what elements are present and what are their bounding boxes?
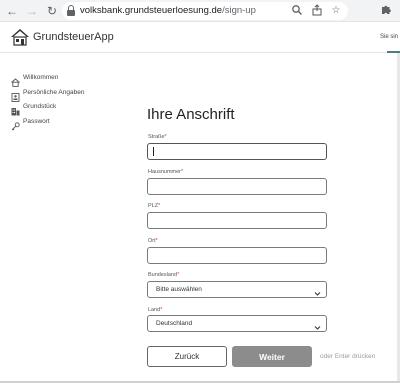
app-header: GrundsteuerApp Sie sin xyxy=(0,22,400,52)
arrow-right-icon[interactable]: → xyxy=(24,3,40,19)
url-text[interactable]: volksbank.grundsteuerloesung.de/sign-up xyxy=(80,5,256,17)
house-logo-icon[interactable] xyxy=(10,27,30,47)
sidebar-item-passwort[interactable]: Passwort xyxy=(10,116,120,131)
required-marker: * xyxy=(177,272,180,278)
state-label: Bundesland* xyxy=(148,272,179,278)
required-marker: * xyxy=(158,203,161,209)
chevron-down-icon xyxy=(313,319,322,330)
address-bar[interactable]: volksbank.grundsteuerloesung.de/sign-up … xyxy=(62,2,348,20)
required-marker: * xyxy=(181,169,184,175)
required-marker: * xyxy=(164,134,167,140)
state-select-value: Bitte auswählen xyxy=(156,286,202,293)
country-label: Land* xyxy=(148,307,162,313)
zoom-icon[interactable] xyxy=(290,4,304,18)
required-marker: * xyxy=(155,238,158,244)
state-label-text: Bundesland xyxy=(148,272,178,278)
puzzle-icon[interactable] xyxy=(380,3,392,19)
country-select[interactable]: Deutschland xyxy=(147,315,327,332)
street-input[interactable] xyxy=(147,143,327,160)
home-icon xyxy=(11,74,20,87)
key-icon xyxy=(11,118,20,130)
text-caret xyxy=(153,147,154,156)
country-select-value: Deutschland xyxy=(156,320,193,327)
sidebar-item-label: Grundstück xyxy=(23,103,57,110)
zip-input[interactable] xyxy=(147,212,327,229)
building-icon xyxy=(11,103,20,116)
share-icon[interactable] xyxy=(310,4,324,18)
url-path: /sign-up xyxy=(222,5,256,16)
zip-label: PLZ* xyxy=(148,203,160,209)
chevron-down-icon xyxy=(313,285,322,296)
sidebar-nav: Willkommen Persönliche Angaben Grundstüc… xyxy=(10,72,120,130)
reload-icon[interactable]: ↻ xyxy=(44,3,60,19)
arrow-left-icon[interactable]: ← xyxy=(4,3,20,19)
header-user-text: Sie sin xyxy=(380,34,399,40)
sidebar-item-grundstueck[interactable]: Grundstück xyxy=(10,101,120,116)
country-label-text: Land xyxy=(148,307,161,313)
sidebar-item-persoenliche-angaben[interactable]: Persönliche Angaben xyxy=(10,87,120,102)
back-button[interactable]: Zurück xyxy=(147,346,227,367)
page-title: Ihre Anschrift xyxy=(147,106,235,123)
next-button[interactable]: Weiter xyxy=(232,346,312,367)
city-label: Ort* xyxy=(148,238,158,244)
brand-name[interactable]: GrundsteuerApp xyxy=(33,31,114,43)
housenumber-input[interactable] xyxy=(147,178,327,195)
sidebar-item-willkommen[interactable]: Willkommen xyxy=(10,72,120,87)
city-label-text: Ort xyxy=(148,238,156,244)
required-marker: * xyxy=(160,307,163,313)
zip-label-text: PLZ xyxy=(148,203,159,209)
sidebar-item-label: Persönliche Angaben xyxy=(23,88,85,96)
housenumber-label: Hausnummer* xyxy=(148,169,183,175)
browser-toolbar: ← → ↻ volksbank.grundsteuerloesung.de/si… xyxy=(0,0,400,22)
sidebar-item-label: Passwort xyxy=(23,117,50,125)
housenumber-label-text: Hausnummer xyxy=(148,169,182,175)
city-input[interactable] xyxy=(147,247,327,264)
url-domain: volksbank.grundsteuerloesung.de xyxy=(80,5,223,16)
enter-hint: oder Enter drücken xyxy=(320,353,376,360)
id-card-icon xyxy=(11,89,20,102)
header-divider xyxy=(0,52,400,53)
state-select[interactable]: Bitte auswählen xyxy=(147,281,327,298)
street-label-text: Straße xyxy=(148,134,165,140)
street-label: Straße* xyxy=(148,134,167,140)
sidebar-item-label: Willkommen xyxy=(23,74,59,81)
lock-icon[interactable] xyxy=(67,5,75,16)
star-icon[interactable]: ☆ xyxy=(329,4,343,18)
